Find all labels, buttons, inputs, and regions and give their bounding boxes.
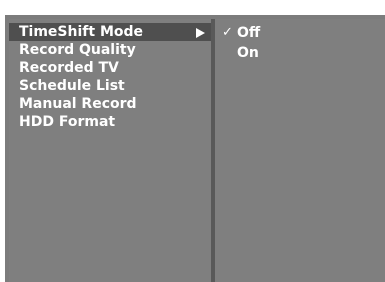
menu-item-label: HDD Format — [19, 114, 116, 130]
menu-item-label: Manual Record — [19, 96, 137, 112]
menu-item-hdd-format[interactable]: HDD Format — [9, 113, 211, 131]
option-label: On — [237, 45, 259, 61]
main-menu-panel: TimeShift Mode Record Quality Recorded T… — [9, 19, 211, 282]
option-on[interactable]: On — [215, 43, 385, 63]
check-icon: ✓ — [222, 25, 233, 40]
menu-item-manual-record[interactable]: Manual Record — [9, 95, 211, 113]
menu-item-record-quality[interactable]: Record Quality — [9, 41, 211, 59]
tv-menu-frame: TimeShift Mode Record Quality Recorded T… — [5, 15, 385, 282]
option-off[interactable]: ✓ Off — [215, 23, 385, 43]
menu-item-recorded-tv[interactable]: Recorded TV — [9, 59, 211, 77]
submenu-panel: ✓ Off On — [215, 19, 385, 282]
menu-item-label: Record Quality — [19, 42, 136, 58]
menu-item-schedule-list[interactable]: Schedule List — [9, 77, 211, 95]
submenu-option-list: ✓ Off On — [215, 23, 385, 63]
menu-item-timeshift-mode[interactable]: TimeShift Mode — [9, 23, 211, 41]
option-label: Off — [237, 25, 261, 41]
arrow-right-icon — [196, 28, 205, 38]
menu-item-label: Schedule List — [19, 78, 125, 94]
menu-item-label: Recorded TV — [19, 60, 119, 76]
main-menu-list: TimeShift Mode Record Quality Recorded T… — [9, 23, 211, 131]
menu-item-label: TimeShift Mode — [19, 24, 144, 40]
